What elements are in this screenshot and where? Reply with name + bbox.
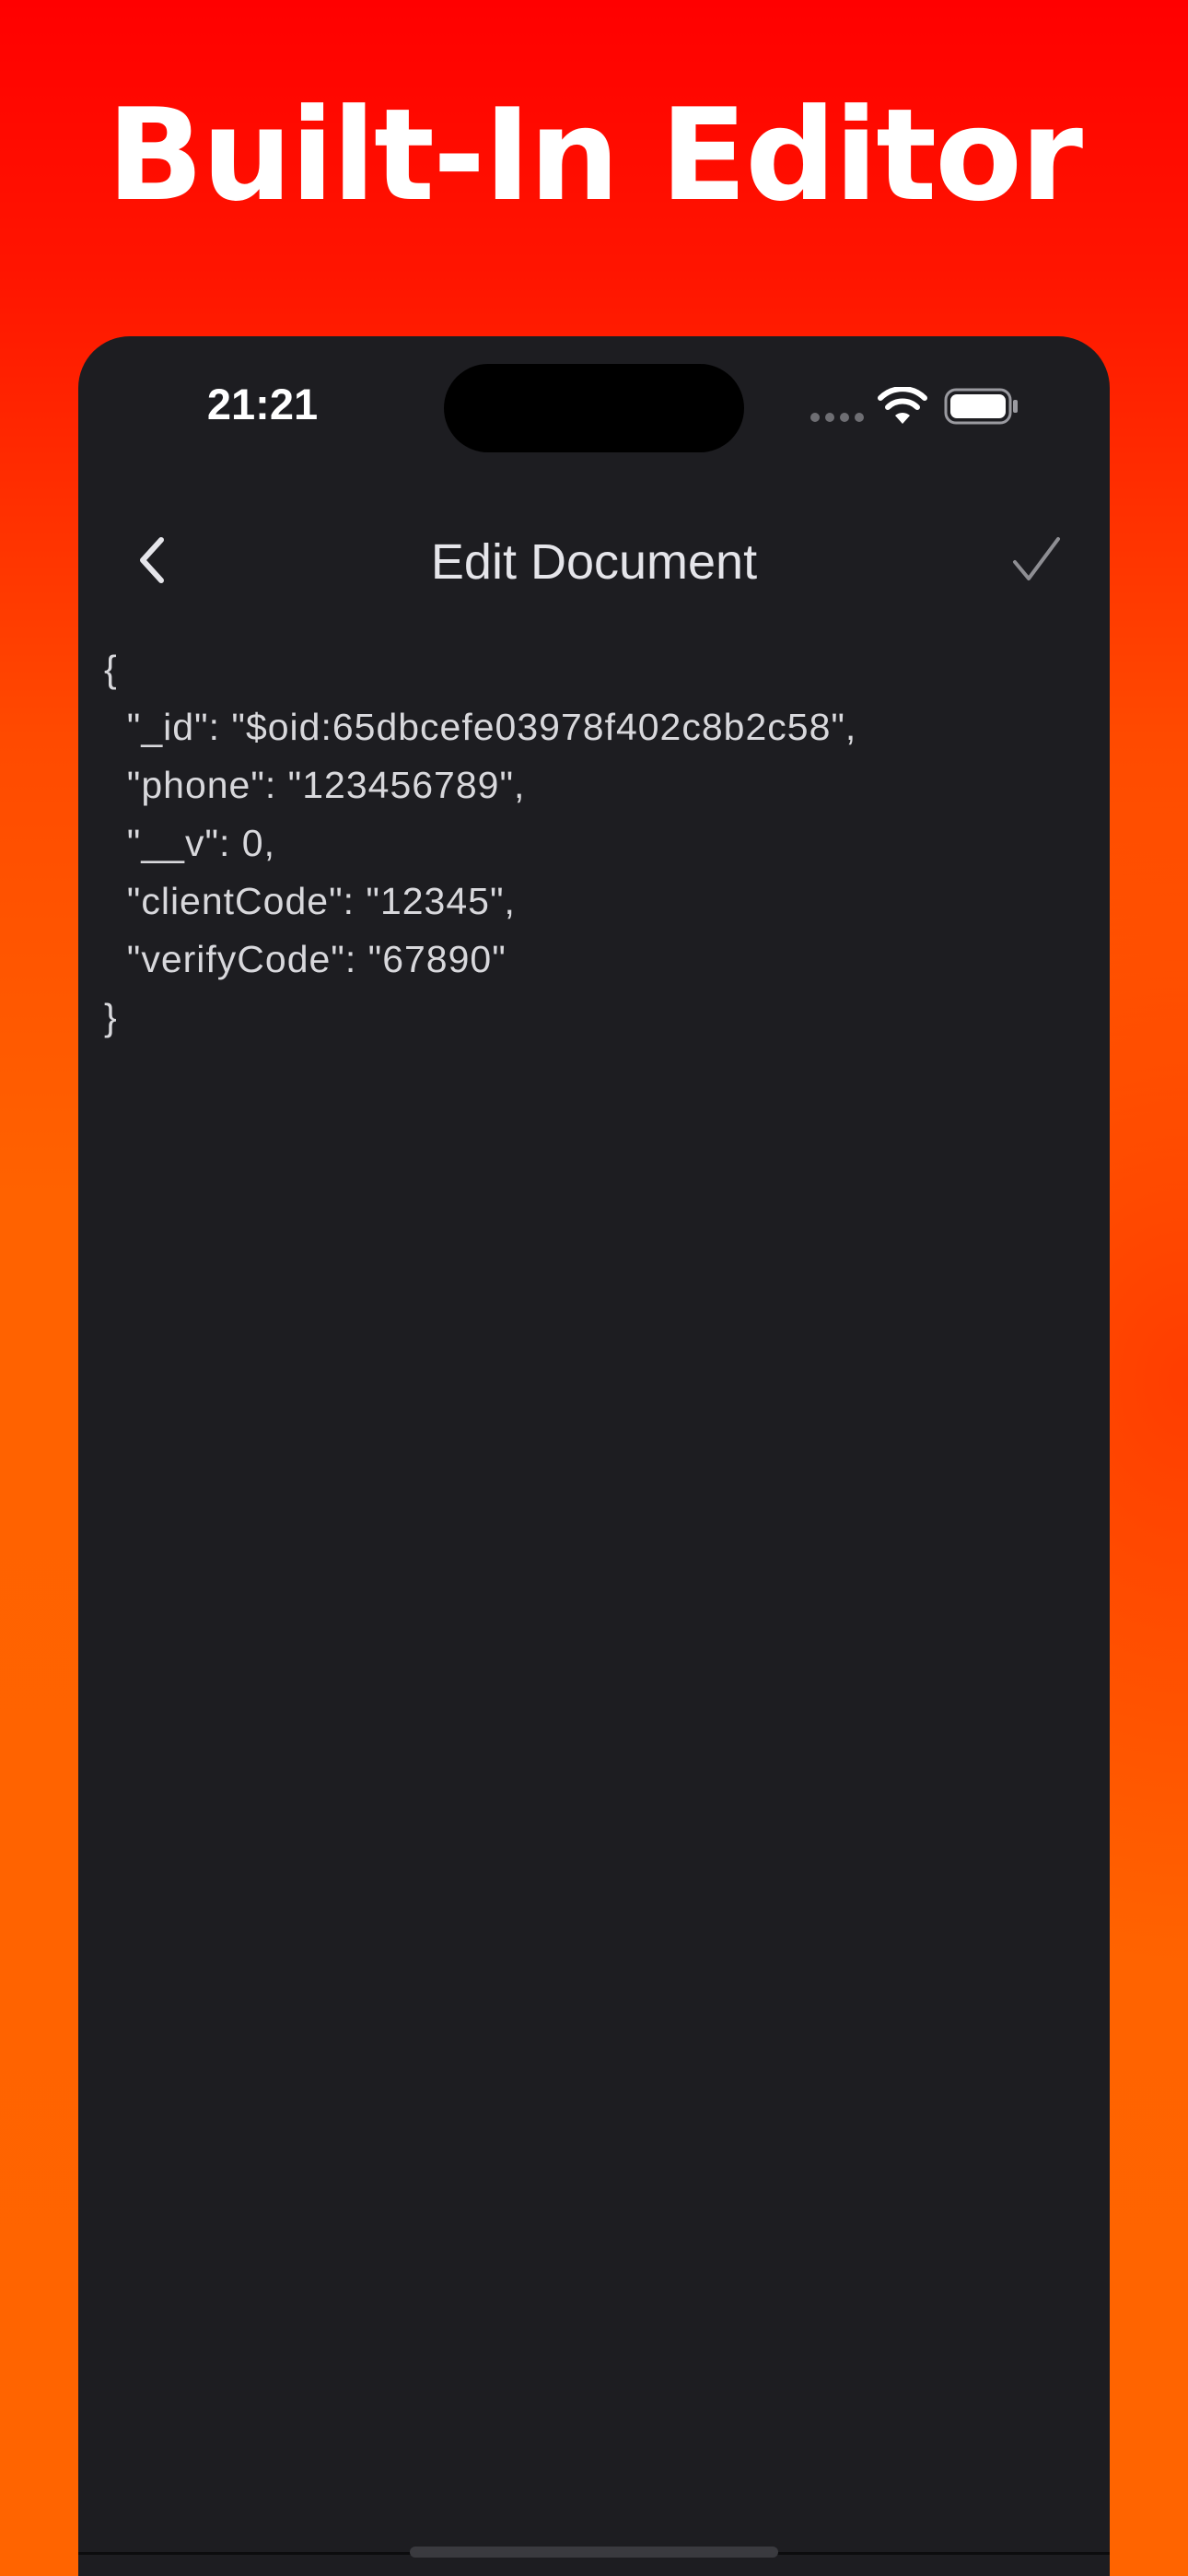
status-time: 21:21 (206, 380, 319, 428)
document-json-editor[interactable]: { "_id": "$oid:65dbcefe03978f402c8b2c58"… (104, 640, 1084, 2391)
battery-full-icon (944, 388, 1018, 425)
back-button[interactable] (115, 528, 189, 592)
status-bar: 21:21 (78, 336, 1110, 474)
document-editor: { "_id": "$oid:65dbcefe03978f402c8b2c58"… (104, 640, 1084, 2391)
page-title: Edit Document (430, 534, 758, 590)
navigation-bar: Edit Document (78, 502, 1110, 622)
headline: Built-In Editor (106, 81, 1083, 229)
checkmark-icon (1013, 537, 1060, 580)
device-screen: 21:21 Edit Document {"_id": "$oid:65dbc… (78, 336, 1110, 2576)
chevron-left-icon (140, 537, 164, 583)
cellular-signal-icon (810, 413, 866, 424)
home-indicator[interactable] (410, 2547, 778, 2558)
save-button[interactable] (999, 528, 1073, 592)
wifi-icon (878, 387, 927, 424)
dynamic-island (444, 364, 744, 452)
